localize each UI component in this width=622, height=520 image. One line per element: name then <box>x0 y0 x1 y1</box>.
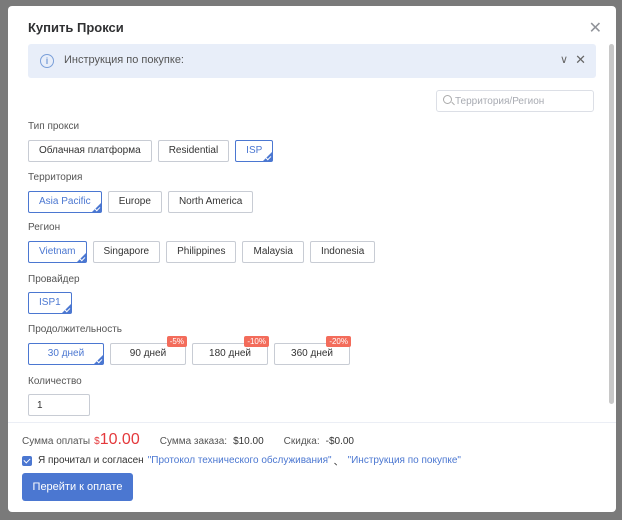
close-icon[interactable]: ✕ <box>589 18 602 38</box>
banner-close-icon[interactable]: ✕ <box>575 52 586 68</box>
dialog-title: Купить Прокси <box>28 20 124 35</box>
maintenance-protocol-link[interactable]: "Протокол технического обслуживания" <box>148 455 332 466</box>
duration-option[interactable]: 90 дней -5% <box>110 336 187 365</box>
duration-option-label: 180 дней <box>209 348 251 359</box>
discount-label: Скидка: <box>283 436 320 447</box>
proxy-type-label: Тип прокси <box>28 121 80 132</box>
region-option[interactable]: Indonesia <box>309 241 376 263</box>
provider-option[interactable]: ISP1 <box>28 292 72 314</box>
info-icon: i <box>40 54 54 68</box>
search-box <box>436 90 594 112</box>
duration-option[interactable]: 360 дней -20% <box>274 336 351 365</box>
duration-option[interactable]: 30 дней <box>28 343 104 365</box>
chevron-down-icon[interactable]: ∨ <box>560 53 568 66</box>
territory-option-label: Europe <box>118 196 151 207</box>
search-input[interactable] <box>455 93 585 109</box>
proxy-type-option-label: Residential <box>168 145 219 156</box>
region-option[interactable]: Singapore <box>92 241 161 263</box>
territory-option[interactable]: Europe <box>107 191 162 213</box>
territory-option[interactable]: Asia Pacific <box>28 191 102 213</box>
region-option[interactable]: Philippines <box>166 241 237 263</box>
provider-option-label: ISP1 <box>39 297 61 308</box>
discount-badge: -10% <box>244 336 269 347</box>
discount-badge: -5% <box>166 336 187 347</box>
payment-amount: $10.00 <box>94 431 140 448</box>
region-option-label: Vietnam <box>39 246 76 257</box>
territory-label: Территория <box>28 172 83 183</box>
instruction-text: Инструкция по покупке: <box>64 54 184 66</box>
order-sum-value: $10.00 <box>233 436 264 447</box>
instruction-banner: i Инструкция по покупке: ∨ ✕ <box>28 44 596 78</box>
agreement-row: Я прочитал и согласен "Протокол техничес… <box>22 453 461 468</box>
provider-label: Провайдер <box>28 274 80 285</box>
purchase-instruction-link[interactable]: "Инструкция по покупке" <box>348 455 461 466</box>
territory-option[interactable]: North America <box>167 191 254 213</box>
region-label: Регион <box>28 222 61 233</box>
duration-option-label: 360 дней <box>291 348 333 359</box>
payment-label: Сумма оплаты <box>22 436 91 447</box>
agree-checkbox[interactable] <box>22 455 32 466</box>
buy-proxy-dialog: Купить Прокси ✕ i Инструкция по покупке:… <box>8 6 616 512</box>
territory-options: Asia Pacific Europe North America <box>28 191 254 213</box>
proxy-type-option-label: ISP <box>246 145 263 156</box>
link-separator: 、 <box>333 457 344 468</box>
duration-label: Продолжительность <box>28 324 122 335</box>
proxy-type-options: Облачная платформа Residential ISP <box>28 140 274 162</box>
proxy-type-option-label: Облачная платформа <box>39 145 141 156</box>
quantity-label: Количество <box>28 376 82 387</box>
duration-option-label: 30 дней <box>47 348 85 359</box>
duration-option[interactable]: 180 дней -10% <box>192 336 269 365</box>
region-option[interactable]: Vietnam <box>28 241 87 263</box>
proxy-type-option[interactable]: Облачная платформа <box>28 140 152 162</box>
order-sum-label: Сумма заказа: <box>159 436 228 447</box>
quantity-input[interactable] <box>28 394 90 416</box>
region-option-label: Indonesia <box>320 246 365 257</box>
territory-option-label: North America <box>178 196 243 207</box>
proxy-type-option[interactable]: Residential <box>157 140 230 162</box>
territory-option-label: Asia Pacific <box>39 196 91 207</box>
duration-options: 30 дней 90 дней -5% 180 дней -10% 360 дней -20… <box>28 336 351 365</box>
payment-summary: Сумма оплаты $10.00 Сумма заказа: $10.00… <box>22 431 354 449</box>
search-icon <box>443 95 452 104</box>
agree-text: Я прочитал и согласен <box>38 455 144 466</box>
region-option-label: Philippines <box>177 246 226 257</box>
scrollbar[interactable] <box>609 44 614 404</box>
duration-option-label: 90 дней <box>129 348 167 359</box>
region-option-label: Singapore <box>103 246 150 257</box>
dialog-footer: Сумма оплаты $10.00 Сумма заказа: $10.00… <box>8 422 616 512</box>
region-option[interactable]: Malaysia <box>242 241 304 263</box>
region-option-label: Malaysia <box>253 246 293 257</box>
region-options: Vietnam Singapore Philippines Malaysia Indon… <box>28 241 376 263</box>
provider-options: ISP1 <box>28 292 72 314</box>
discount-badge: -20% <box>326 336 351 347</box>
pay-button[interactable]: Перейти к оплате <box>22 473 133 501</box>
discount-value: -$0.00 <box>325 436 354 447</box>
proxy-type-option[interactable]: ISP <box>235 140 274 162</box>
